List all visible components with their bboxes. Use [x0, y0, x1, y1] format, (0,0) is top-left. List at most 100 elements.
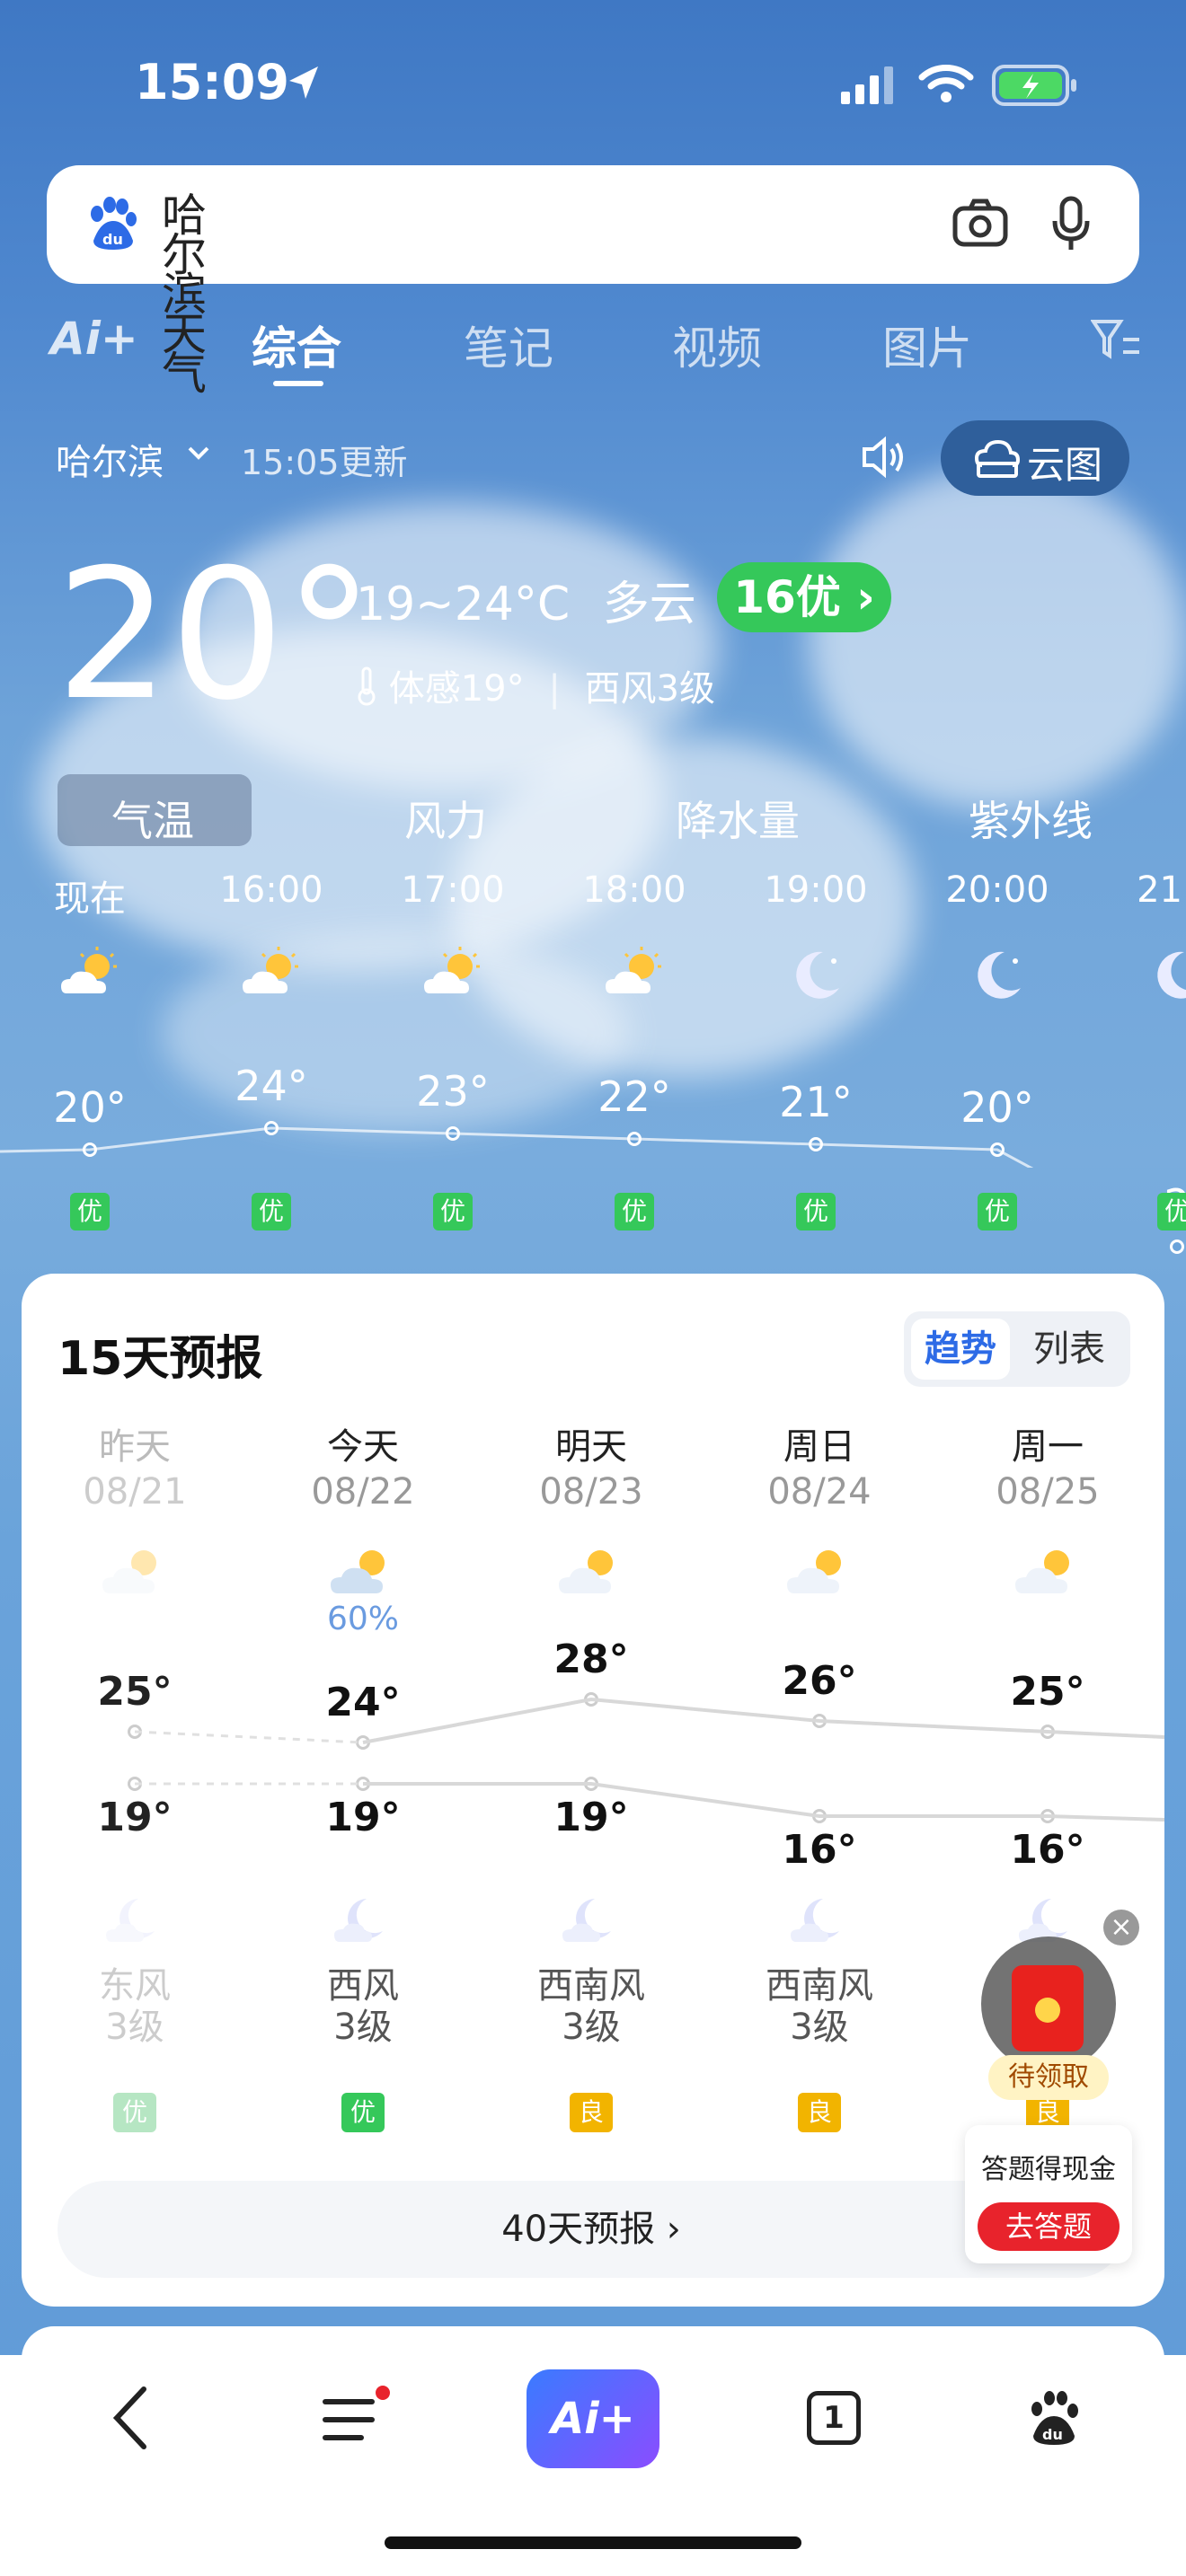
ai-assistant-button[interactable]: Ai+	[527, 2369, 659, 2468]
partly-sunny-icon	[239, 943, 304, 1011]
moon-icon	[331, 1892, 395, 1953]
daily-temp-curves	[134, 1697, 1164, 1822]
update-time: 15:05更新	[241, 443, 408, 482]
wind-level: 3级	[790, 2007, 849, 2048]
wind-direction: 西风	[327, 1965, 399, 2007]
day-name: 周一	[1012, 1426, 1084, 1468]
location-arrow-icon	[289, 66, 318, 99]
thermometer-icon	[358, 666, 376, 706]
aqi-badge[interactable]: 16优 ›	[717, 562, 891, 632]
day-aqi-badge: 良	[570, 2093, 613, 2132]
status-time: 15:09	[135, 54, 289, 110]
precipitation-chance: 60%	[326, 1601, 399, 1637]
partly-sunny-icon	[555, 1541, 627, 1608]
temperature-range: 19~24°C 多云	[356, 566, 696, 633]
wind-direction: 西南风	[766, 1965, 873, 2007]
wind-level: 3级	[333, 2007, 393, 2048]
day-date: 08/23	[539, 1471, 643, 1513]
segment-wind[interactable]: 风力	[404, 789, 487, 848]
tab-videos[interactable]: 视频	[672, 313, 762, 377]
red-envelope-icon	[1012, 1965, 1084, 2051]
hour-aqi-badge: 优	[1157, 1193, 1186, 1231]
moon-icon	[787, 1892, 852, 1953]
cloud-map-label: 云图	[1027, 443, 1103, 487]
hour-aqi-badge: 优	[433, 1193, 473, 1231]
menu-icon[interactable]	[322, 2386, 397, 2448]
tab-comprehensive[interactable]: 综合	[252, 313, 341, 377]
feels-like-row: 体感19° | 西风3级	[356, 659, 715, 711]
hour-time: 17:00	[401, 869, 505, 911]
day-name: 周日	[783, 1426, 855, 1468]
city-selector[interactable]: 哈尔滨	[56, 433, 164, 485]
active-tab-indicator	[273, 381, 323, 386]
day-date: 08/21	[83, 1471, 187, 1513]
day-aqi-badge: 优	[341, 2093, 385, 2132]
day-wind: 西南风 3级	[501, 1965, 681, 2048]
day-wind: 西南风 3级	[730, 1965, 909, 2048]
tab-notes[interactable]: 笔记	[464, 313, 553, 377]
filter-icon[interactable]	[1091, 318, 1141, 361]
quiz-button[interactable]: 去答题	[978, 2202, 1120, 2251]
tab-ai[interactable]: Ai+	[50, 313, 138, 365]
day-name: 明天	[555, 1426, 627, 1468]
moon-icon	[559, 1892, 624, 1953]
partly-sunny-icon	[420, 943, 485, 1011]
tab-images[interactable]: 图片	[882, 313, 972, 377]
hour-time: 21:0	[1137, 869, 1186, 911]
wind-level: 3级	[105, 2007, 164, 2048]
hour-aqi-badge: 优	[252, 1193, 291, 1231]
moon-icon	[783, 943, 848, 1011]
close-icon[interactable]: ×	[1103, 1910, 1139, 1945]
day-wind: 东风 3级	[45, 1965, 225, 2048]
hour-aqi-badge: 优	[978, 1193, 1017, 1231]
day-name: 昨天	[99, 1426, 171, 1468]
baidu-paw-logo-icon: du	[91, 197, 137, 250]
home-indicator	[385, 2536, 801, 2549]
day-wind: 西风 3级	[273, 1965, 453, 2048]
camera-icon[interactable]	[952, 198, 1008, 248]
wind-level: 3级	[562, 2007, 621, 2048]
cloud-map-icon	[975, 439, 1020, 478]
day-aqi-badge: 优	[113, 2093, 156, 2132]
svg-text:du: du	[102, 231, 123, 248]
microphone-icon[interactable]	[1051, 196, 1091, 251]
cloud-shape	[809, 467, 1186, 808]
moon-icon	[965, 943, 1030, 1011]
segment-precipitation[interactable]: 降水量	[676, 789, 800, 848]
hour-aqi-badge: 优	[796, 1193, 836, 1231]
cloud-map-button[interactable]: 云图	[941, 420, 1129, 496]
speaker-icon[interactable]	[861, 435, 909, 480]
hour-temp-dot	[1170, 1239, 1184, 1254]
city-name: 哈尔滨	[56, 442, 164, 483]
red-packet-label[interactable]: 待领取	[988, 2055, 1109, 2100]
current-temperature: 20°	[56, 531, 375, 740]
toggle-trend[interactable]: 趋势	[911, 1319, 1010, 1380]
temp-range-text: 19~24°C	[356, 578, 571, 631]
low-temp: 16°	[782, 1827, 857, 1873]
chevron-down-icon[interactable]	[187, 446, 210, 462]
search-bar[interactable]: du 哈尔滨天气	[47, 165, 1139, 396]
forecast-title: 15天预报	[58, 1332, 263, 1386]
day-name: 今天	[327, 1426, 399, 1468]
hour-time: 16:00	[219, 869, 323, 911]
cellular-signal-icon	[841, 66, 893, 104]
hour-aqi-badge: 优	[615, 1193, 654, 1231]
partly-sunny-icon	[602, 943, 667, 1011]
day-date: 08/22	[311, 1471, 415, 1513]
segment-uv[interactable]: 紫外线	[969, 789, 1093, 848]
tab-count-button[interactable]: 1	[807, 2391, 861, 2445]
segment-temperature[interactable]: 气温	[111, 789, 194, 848]
cloudy-night-icon	[102, 1892, 167, 1953]
feels-like: 体感19°	[388, 668, 525, 710]
hourly-temp-curve	[0, 1126, 1034, 1168]
day-aqi-badge: 良	[798, 2093, 841, 2132]
wifi-icon	[918, 65, 974, 102]
partly-sunny-icon	[1012, 1541, 1084, 1608]
toggle-list[interactable]: 列表	[1013, 1319, 1125, 1380]
hour-time: 20:00	[945, 869, 1049, 911]
baidu-home-icon[interactable]: du	[1024, 2389, 1084, 2448]
back-arrow-icon[interactable]	[108, 2384, 153, 2452]
search-query[interactable]: 哈尔滨天气	[162, 193, 207, 396]
partly-sunny-icon	[783, 1541, 855, 1608]
wind-direction: 东风	[99, 1965, 171, 2007]
